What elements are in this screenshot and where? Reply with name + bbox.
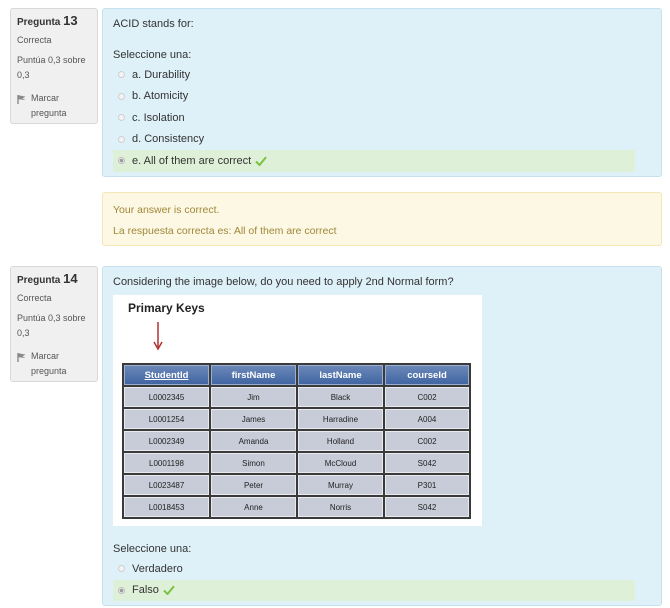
- radio-button-selected[interactable]: [118, 157, 125, 165]
- radio-button-selected[interactable]: [118, 586, 125, 594]
- flag-icon: [17, 353, 26, 362]
- table-cell: Simon: [211, 453, 296, 473]
- table-cell: L0002349: [124, 431, 209, 451]
- column-header: firstName: [211, 365, 296, 385]
- table-cell: Harradine: [298, 409, 383, 429]
- radio-button[interactable]: [118, 71, 125, 79]
- flag-icon: [17, 95, 26, 104]
- question-grade: Puntúa 0,3 sobre 0,3: [17, 313, 86, 338]
- table-cell: James: [211, 409, 296, 429]
- table-cell: Amanda: [211, 431, 296, 451]
- answer-feedback: Your answer is correct. La respuesta cor…: [102, 192, 662, 246]
- table-cell: McCloud: [298, 453, 383, 473]
- question-content-13: ACID stands for: Seleccione una: a. Dura…: [102, 8, 662, 177]
- radio-button[interactable]: [118, 92, 125, 100]
- question-content-14: Considering the image below, do you need…: [102, 266, 662, 606]
- table-row: L0023487 Peter Murray P301: [124, 475, 469, 495]
- flag-question-link[interactable]: Marcar pregunta: [17, 91, 92, 121]
- option-d[interactable]: d. Consistency: [113, 129, 635, 151]
- table-row: L0001198 Simon McCloud S042: [124, 453, 469, 473]
- checkmark-icon: [255, 156, 267, 166]
- table-cell: S042: [385, 453, 469, 473]
- answer-prompt: Seleccione una:: [113, 543, 192, 555]
- table-cell: C002: [385, 431, 469, 451]
- column-header: lastName: [298, 365, 383, 385]
- down-arrow-icon: [153, 322, 163, 351]
- table-cell: P301: [385, 475, 469, 495]
- table-cell: L0018453: [124, 497, 209, 517]
- radio-button[interactable]: [118, 565, 125, 573]
- question-info-14: Pregunta 14 Correcta Puntúa 0,3 sobre 0,…: [10, 266, 98, 382]
- flag-question-link[interactable]: Marcar pregunta: [17, 349, 92, 379]
- checkmark-icon: [163, 585, 175, 596]
- table-figure: Primary Keys StudentId firstName lastNam…: [113, 295, 482, 526]
- table-cell: Murray: [298, 475, 383, 495]
- question-text: Considering the image below, do you need…: [113, 276, 454, 288]
- option-true[interactable]: Verdadero: [113, 558, 635, 580]
- column-header: courseId: [385, 365, 469, 385]
- table-cell: Anne: [211, 497, 296, 517]
- feedback-correct: Your answer is correct.: [113, 204, 220, 216]
- question-number: Pregunta 14: [17, 271, 78, 286]
- table-cell: L0001254: [124, 409, 209, 429]
- option-e[interactable]: e. All of them are correct: [113, 150, 635, 172]
- question-info-13: Pregunta 13 Correcta Puntúa 0,3 sobre 0,…: [10, 8, 98, 124]
- table-cell: Jim: [211, 387, 296, 407]
- students-table: StudentId firstName lastName courseId L0…: [122, 363, 471, 519]
- option-b[interactable]: b. Atomicity: [113, 86, 635, 108]
- radio-button[interactable]: [118, 135, 125, 143]
- table-cell: S042: [385, 497, 469, 517]
- table-cell: L0023487: [124, 475, 209, 495]
- question-status: Correcta: [17, 293, 52, 303]
- table-cell: L0002345: [124, 387, 209, 407]
- table-cell: Black: [298, 387, 383, 407]
- question-number: Pregunta 13: [17, 13, 78, 28]
- table-cell: Holland: [298, 431, 383, 451]
- question-text: ACID stands for:: [113, 18, 194, 30]
- option-c[interactable]: c. Isolation: [113, 107, 635, 129]
- table-row: L0002345 Jim Black C002: [124, 387, 469, 407]
- feedback-right-answer: La respuesta correcta es: All of them ar…: [113, 225, 337, 237]
- option-a[interactable]: a. Durability: [113, 64, 635, 86]
- question-status: Correcta: [17, 35, 52, 45]
- table-cell: L0001198: [124, 453, 209, 473]
- primary-keys-label: Primary Keys: [128, 301, 205, 315]
- radio-button[interactable]: [118, 114, 125, 122]
- table-cell: Peter: [211, 475, 296, 495]
- table-row: L0018453 Anne Norris S042: [124, 497, 469, 517]
- table-cell: A004: [385, 409, 469, 429]
- answer-prompt: Seleccione una:: [113, 49, 192, 61]
- table-cell: Norris: [298, 497, 383, 517]
- column-header: StudentId: [124, 365, 209, 385]
- table-row: L0001254 James Harradine A004: [124, 409, 469, 429]
- option-false[interactable]: Falso: [113, 579, 635, 601]
- table-row: L0002349 Amanda Holland C002: [124, 431, 469, 451]
- question-grade: Puntúa 0,3 sobre 0,3: [17, 55, 86, 80]
- table-cell: C002: [385, 387, 469, 407]
